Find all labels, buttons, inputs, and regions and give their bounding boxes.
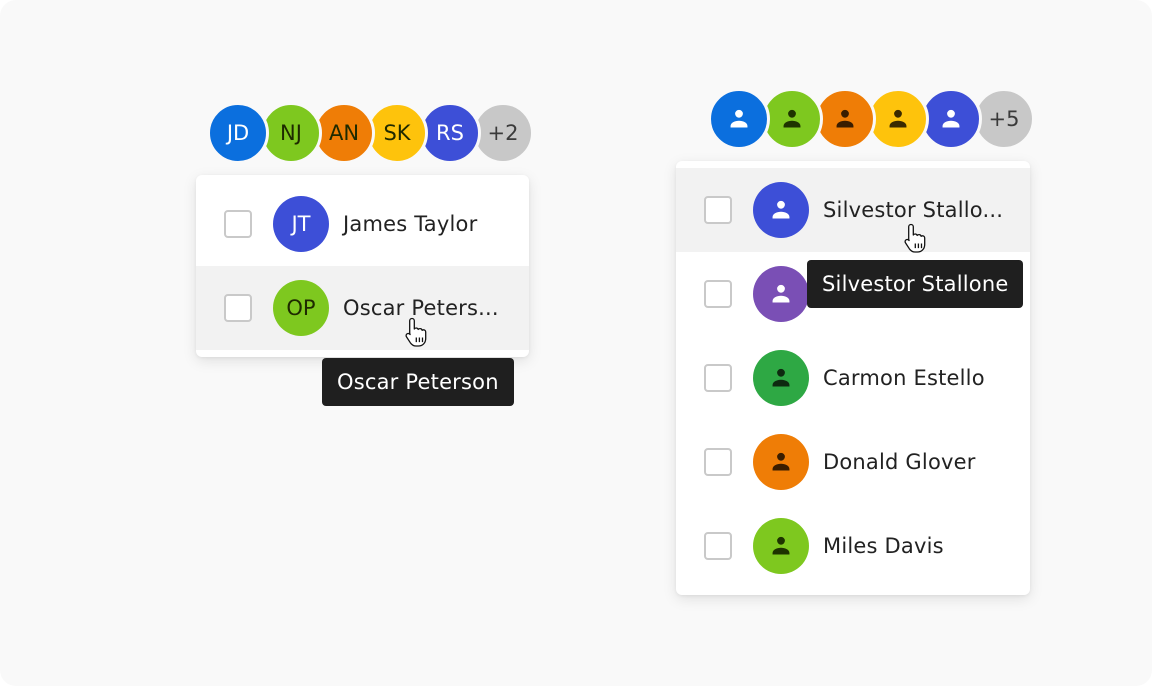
member-name: James Taylor bbox=[343, 212, 478, 236]
overflow-count-button[interactable]: +5 bbox=[973, 88, 1035, 150]
avatar-initials: NJ bbox=[280, 121, 302, 145]
avatar-initials: RS bbox=[436, 121, 464, 145]
person-icon bbox=[832, 106, 858, 132]
member-avatar: JT bbox=[273, 196, 329, 252]
member-list-item[interactable]: OP Oscar Peters... bbox=[196, 266, 529, 350]
person-icon bbox=[885, 106, 911, 132]
member-checkbox[interactable] bbox=[704, 196, 732, 224]
member-checkbox[interactable] bbox=[224, 210, 252, 238]
member-checkbox[interactable] bbox=[704, 532, 732, 560]
member-checkbox[interactable] bbox=[224, 294, 252, 322]
person-icon bbox=[768, 365, 794, 391]
member-avatar bbox=[753, 266, 809, 322]
avatar-initials: AN bbox=[328, 121, 360, 145]
group-avatar[interactable]: RS bbox=[419, 102, 481, 164]
canvas: JD NJ AN SK RS +2 JT James Taylor OP Oscar Peter… bbox=[0, 0, 1152, 686]
hand-pointer-cursor-icon bbox=[903, 222, 929, 254]
member-list-item[interactable]: JT James Taylor bbox=[196, 182, 529, 266]
avatar-initials: OP bbox=[286, 296, 316, 320]
member-checkbox[interactable] bbox=[704, 448, 732, 476]
person-icon bbox=[779, 106, 805, 132]
member-avatar bbox=[753, 350, 809, 406]
member-avatar bbox=[753, 518, 809, 574]
overflow-count-button[interactable]: +2 bbox=[472, 102, 534, 164]
group-avatar[interactable]: AN bbox=[313, 102, 375, 164]
person-icon bbox=[768, 197, 794, 223]
member-name: Silvestor Stallo... bbox=[823, 198, 1004, 222]
member-checkbox[interactable] bbox=[704, 280, 732, 308]
member-avatar bbox=[753, 434, 809, 490]
member-dropdown-icons: Silvestor Stallo... Carmon Estello Donald … bbox=[676, 161, 1030, 595]
member-name: Carmon Estello bbox=[823, 366, 985, 390]
person-icon bbox=[768, 449, 794, 475]
avatar-group-initials: JD NJ AN SK RS +2 bbox=[207, 102, 534, 164]
person-icon bbox=[768, 533, 794, 559]
tooltip-full-name: Silvestor Stallone bbox=[807, 260, 1024, 308]
group-avatar[interactable]: SK bbox=[366, 102, 428, 164]
group-avatar[interactable] bbox=[814, 88, 876, 150]
group-avatar[interactable]: JD bbox=[207, 102, 269, 164]
member-name: Donald Glover bbox=[823, 450, 976, 474]
tooltip-full-name: Oscar Peterson bbox=[322, 358, 514, 406]
member-list-item[interactable]: Silvestor Stallo... bbox=[676, 168, 1030, 252]
member-avatar: OP bbox=[273, 280, 329, 336]
person-icon bbox=[938, 106, 964, 132]
member-list-item[interactable]: Miles Davis bbox=[676, 504, 1030, 588]
group-avatar[interactable]: NJ bbox=[260, 102, 322, 164]
group-avatar[interactable] bbox=[708, 88, 770, 150]
avatar-group-icons: +5 bbox=[708, 88, 1035, 150]
person-icon bbox=[768, 281, 794, 307]
group-avatar[interactable] bbox=[761, 88, 823, 150]
group-avatar[interactable] bbox=[867, 88, 929, 150]
avatar-initials: SK bbox=[383, 121, 411, 145]
person-icon bbox=[726, 106, 752, 132]
member-dropdown-initials: JT James Taylor OP Oscar Peters... bbox=[196, 175, 529, 357]
member-checkbox[interactable] bbox=[704, 364, 732, 392]
avatar-initials: JT bbox=[291, 212, 311, 236]
member-name: Miles Davis bbox=[823, 534, 944, 558]
avatar-initials: JD bbox=[226, 121, 250, 145]
group-avatar[interactable] bbox=[920, 88, 982, 150]
member-avatar bbox=[753, 182, 809, 238]
hand-pointer-cursor-icon bbox=[404, 316, 430, 348]
member-list-item[interactable]: Donald Glover bbox=[676, 420, 1030, 504]
member-list-item[interactable]: Carmon Estello bbox=[676, 336, 1030, 420]
